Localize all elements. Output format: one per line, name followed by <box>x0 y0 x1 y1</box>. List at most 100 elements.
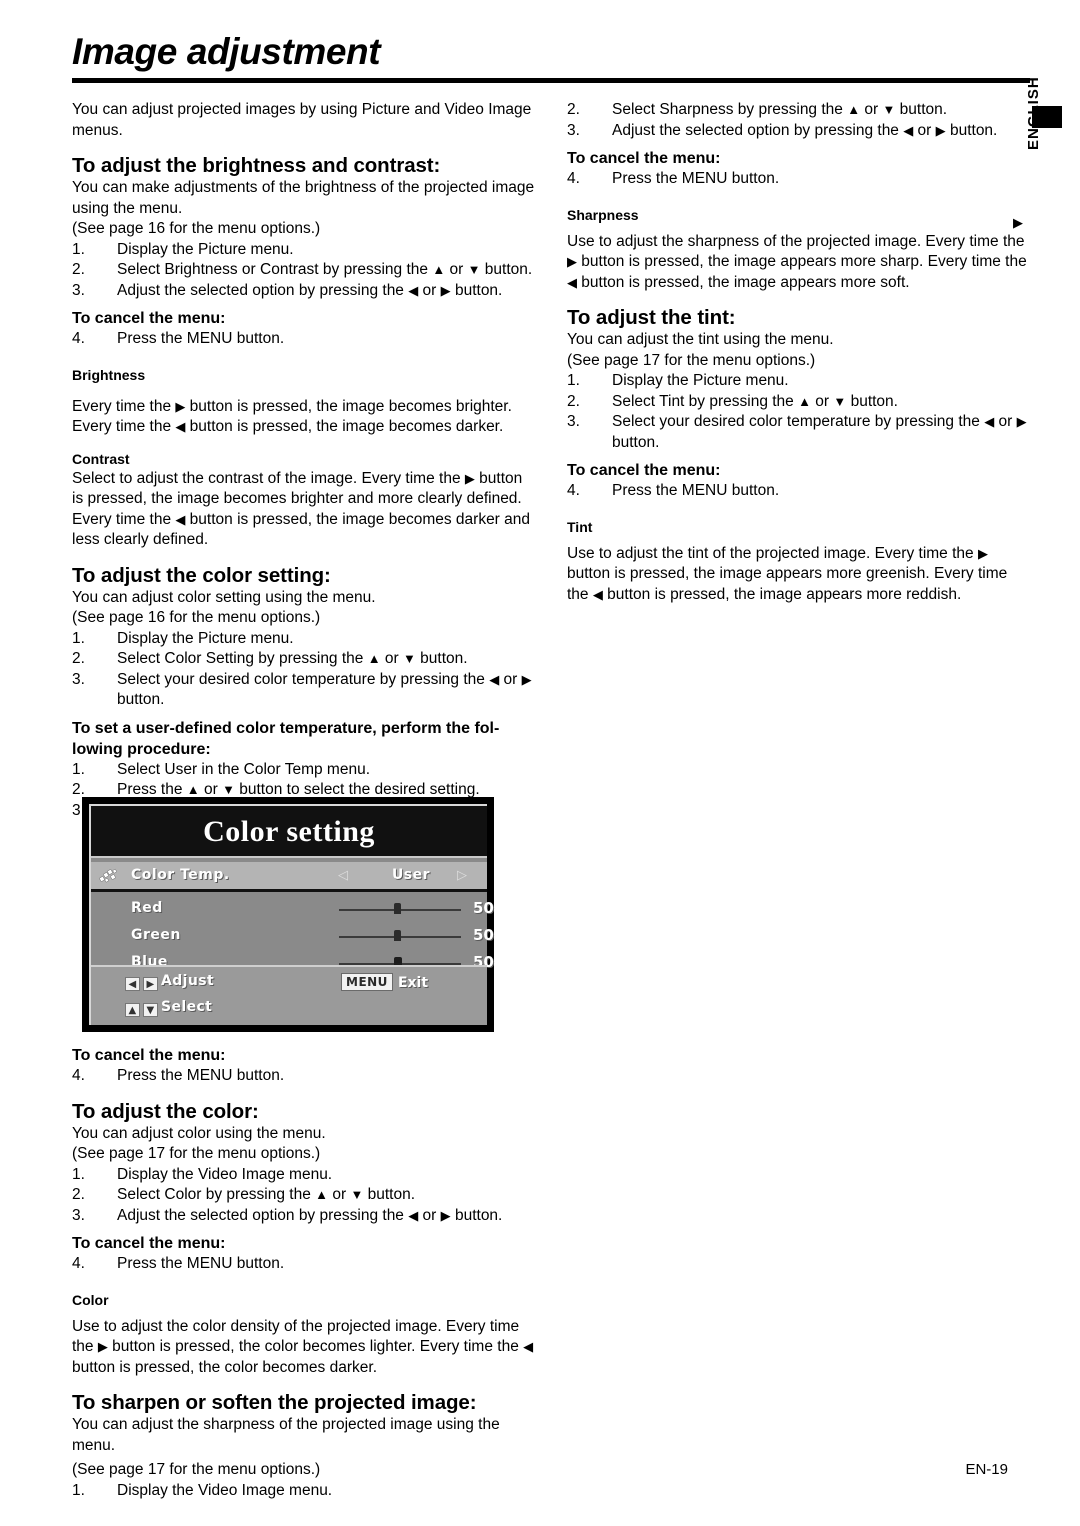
term-sharpness: Sharpness <box>567 206 639 223</box>
down-key-icon: ▼ <box>143 1003 158 1017</box>
down-arrow-icon: ▼ <box>222 782 235 797</box>
left-arrow-icon: ◀ <box>489 671 500 687</box>
left-arrow-icon: ◀ <box>175 511 186 527</box>
step-text: or <box>380 650 403 667</box>
osd-label-red: Red <box>131 900 163 916</box>
tint-description: Use to adjust the tint of the projected … <box>567 544 1030 606</box>
right-arrow-icon: ▶ <box>1016 414 1027 429</box>
text-run: button is pressed, the image appears mor… <box>602 585 962 603</box>
text-run: button is pressed, the image appears mor… <box>577 273 910 291</box>
step-number: 3. <box>72 281 85 299</box>
osd-slider-green[interactable] <box>339 930 461 941</box>
brightness-description: Every time the ▶ button is pressed, the … <box>72 397 535 438</box>
step-text: Adjust the selected option by pressing t… <box>612 121 904 139</box>
right-arrow-icon: ▶ <box>440 1207 451 1223</box>
step-number: 2. <box>567 392 580 410</box>
osd-value-color-temp: User <box>391 867 431 883</box>
step-number: 1. <box>72 1481 85 1499</box>
osd-slider-red[interactable] <box>339 903 461 914</box>
left-arrow-icon: ◀ <box>408 1207 419 1223</box>
heading-cancel-menu: To cancel the menu: <box>567 462 721 479</box>
heading-cancel-menu: To cancel the menu: <box>72 310 226 327</box>
osd-inner-frame: Color setting Color Temp. ◁ User ▷ Red 5… <box>89 804 494 1025</box>
down-arrow-icon: ▼ <box>403 651 416 666</box>
osd-slider-thumb[interactable] <box>394 930 401 941</box>
step-text: or <box>328 1186 351 1203</box>
step-text: Display the Video Image menu. <box>117 1481 333 1499</box>
right-column: 2. Select Sharpness by pressing the ▲ or … <box>567 100 1030 605</box>
list-item: 3. Adjust the selected option by pressing… <box>72 281 535 302</box>
step-number: 2. <box>567 101 580 118</box>
text-run: button is pressed, the image becomes bri… <box>185 397 512 415</box>
list-item: 3. Adjust the selected option by pressing… <box>72 1206 535 1227</box>
osd-slider-thumb[interactable] <box>394 903 401 914</box>
down-arrow-icon: ▼ <box>833 393 847 409</box>
up-arrow-icon: ▲ <box>798 393 811 409</box>
color-description: Use to adjust the color density of the p… <box>72 1317 535 1379</box>
osd-right-arrow-icon[interactable]: ▷ <box>457 868 467 881</box>
osd-footer: ◀ ▶ Adjust ▲ ▼ Select MENU Exit <box>91 965 487 1025</box>
osd-hint-exit: MENU Exit <box>341 973 428 991</box>
step-text: Select Tint by pressing the <box>612 392 799 410</box>
step-number: 2. <box>72 261 85 278</box>
step-text: Select your desired color temperature by… <box>612 413 985 430</box>
sharpness-description: Use to adjust the sharpness of the proje… <box>567 232 1030 294</box>
step-text: or <box>913 121 936 139</box>
up-arrow-icon: ▲ <box>186 782 200 797</box>
contrast-description: Select to adjust the contrast of the ima… <box>72 469 535 551</box>
left-key-icon: ◀ <box>125 977 140 991</box>
list-item: 4. Press the MENU button. <box>72 1066 535 1087</box>
text-run: button is pressed, the image becomes dar… <box>185 418 504 435</box>
osd-row-green[interactable]: Green 50 <box>91 923 494 950</box>
right-arrow-icon: ▶ <box>464 470 475 486</box>
text-run: button is pressed, the color becomes dar… <box>72 1358 377 1376</box>
step-text: or <box>199 781 223 798</box>
osd-row-color-temp[interactable]: Color Temp. ◁ User ▷ <box>91 862 487 892</box>
right-arrow-icon: ▶ <box>521 671 532 687</box>
osd-label-color-temp: Color Temp. <box>131 867 230 883</box>
text-run: Use to adjust the sharpness of the proje… <box>567 232 1025 250</box>
osd-value-green: 50 <box>473 926 494 944</box>
list-item: 4. Press the MENU button. <box>72 1254 535 1275</box>
step-number: 2. <box>72 1186 85 1203</box>
right-arrow-icon: ▶ <box>567 254 577 269</box>
color-setting-see-page: (See page 16 for the menu options.) <box>72 609 321 626</box>
step-text: Select Sharpness by pressing the <box>612 101 848 118</box>
step-text: Select your desired color temperature by… <box>117 670 490 688</box>
right-arrow-icon: ▶ <box>935 122 946 138</box>
osd-row-red[interactable]: Red 50 <box>91 896 494 923</box>
step-text: button. <box>450 1206 503 1224</box>
list-item: 2. Select Tint by pressing the ▲ or ▼ but… <box>567 392 1030 413</box>
step-text: button. <box>450 281 503 299</box>
step-number: 3. <box>567 121 580 139</box>
step-text: Select User in the Color Temp menu. <box>117 760 370 778</box>
step-text: or <box>860 101 883 118</box>
sharpen-see-page: (See page 17 for the menu options.) <box>72 1461 321 1478</box>
list-item: 4. Press the MENU button. <box>72 329 535 350</box>
step-number: 4. <box>567 482 580 499</box>
heading-adjust-color: To adjust the color: <box>72 1099 259 1123</box>
list-item: 1. Display the Picture menu. <box>567 371 1030 392</box>
up-arrow-icon: ▲ <box>367 651 381 666</box>
left-arrow-icon: ◀ <box>592 586 603 602</box>
step-text: Display the Picture menu. <box>117 629 294 647</box>
up-arrow-icon: ▲ <box>847 102 861 117</box>
text-run: Every time the <box>72 418 176 435</box>
step-text: button. <box>945 121 998 139</box>
step-text: Press the MENU button. <box>117 330 285 347</box>
step-text: Select Color by pressing the <box>117 1186 316 1203</box>
step-number: 4. <box>567 170 580 187</box>
step-text: or <box>994 413 1017 430</box>
step-text: Press the MENU button. <box>117 1255 285 1272</box>
step-number: 1. <box>567 372 580 389</box>
left-arrow-icon: ◀ <box>903 122 914 138</box>
heading-color-setting: To adjust the color setting: <box>72 563 331 587</box>
color-palette-icon <box>98 866 120 886</box>
step-number: 1. <box>72 1165 85 1183</box>
osd-menu-screenshot: Color setting Color Temp. ◁ User ▷ Red 5… <box>82 797 494 1032</box>
osd-left-arrow-icon[interactable]: ◁ <box>338 868 348 881</box>
step-text: button. <box>612 433 660 451</box>
heading-cancel-menu: To cancel the menu: <box>72 1047 226 1064</box>
list-item: 1. Select User in the Color Temp menu. <box>72 760 535 781</box>
step-text: button. <box>363 1186 416 1203</box>
